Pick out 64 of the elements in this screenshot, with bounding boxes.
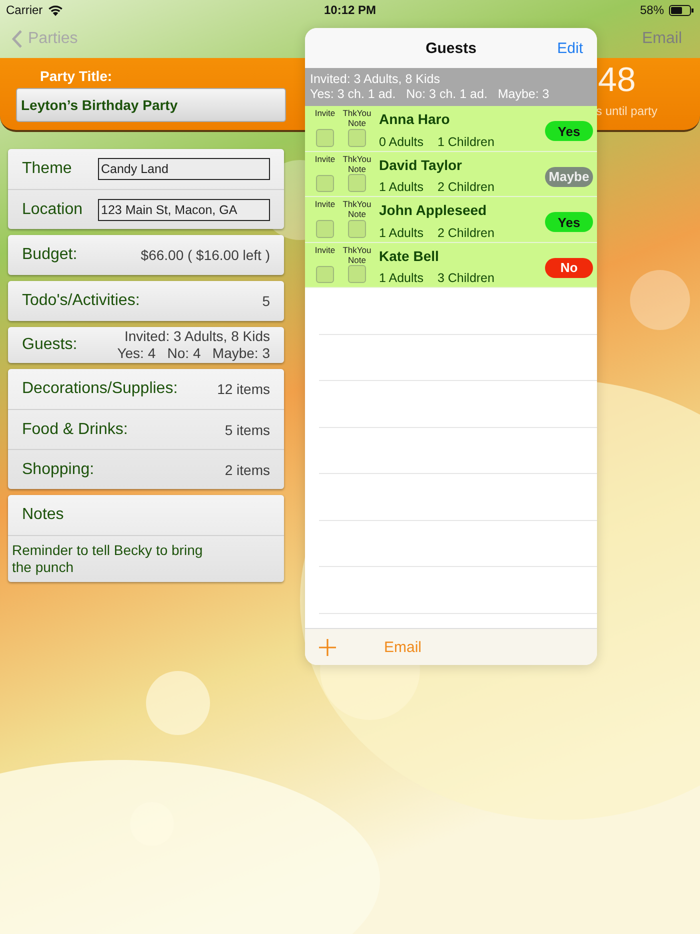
countdown-number: 48 [597, 60, 636, 100]
list-row[interactable]: Decorations/Supplies: 12 items [8, 369, 284, 409]
battery-percent: 58% [640, 3, 664, 17]
edit-button[interactable]: Edit [557, 40, 583, 56]
list-row[interactable]: Shopping: 2 items [8, 449, 284, 489]
thank-you-checkbox[interactable] [348, 265, 366, 283]
invite-label: Invite [314, 108, 336, 118]
children-count: 1 Children [437, 134, 494, 148]
popover-title: Guests [426, 40, 476, 56]
invite-checkbox[interactable] [316, 220, 334, 238]
guest-name: John Appleseed [379, 202, 488, 218]
response-badge[interactable]: No [545, 258, 593, 278]
summary-invited: Invited: 3 Adults, 8 Kids [310, 72, 441, 87]
todos-label: Todo's/Activities: [22, 292, 140, 310]
response-badge[interactable]: Yes [545, 212, 593, 232]
invite-checkbox[interactable] [316, 174, 334, 192]
detail-label: Location [22, 200, 82, 218]
budget-label: Budget: [22, 246, 78, 264]
thank-you-label: ThkYou Note [342, 154, 372, 174]
thank-you-label: ThkYou Note [342, 108, 372, 128]
detail-label: Theme [22, 160, 72, 178]
invite-label: Invite [314, 199, 336, 209]
guest-name: Kate Bell [379, 248, 440, 264]
notes-label: Notes [22, 506, 64, 524]
children-count: 2 Children [437, 226, 494, 240]
guests-card[interactable]: Guests: Invited: 3 Adults, 8 Kids Yes: 4 No: 4 Maybe: 3 [8, 327, 284, 363]
invite-checkbox[interactable] [316, 129, 334, 146]
children-count: 2 Children [437, 180, 494, 194]
guests-label: Guests: [22, 336, 78, 354]
detail-field[interactable]: Candy Land [98, 158, 270, 180]
add-icon[interactable] [319, 638, 336, 656]
notes-text: Reminder to tell Becky to bring the punch [11, 541, 204, 577]
thank-you-checkbox[interactable] [348, 174, 366, 192]
guest-name: Anna Haro [379, 111, 451, 127]
party-title-label: Party Title: [39, 68, 114, 84]
response-badge[interactable]: Yes [545, 121, 593, 142]
guest-name: David Taylor [379, 156, 463, 172]
adults-count: 1 Adults [379, 271, 424, 285]
todos-card[interactable]: Todo's/Activities: 5 [8, 281, 284, 321]
battery-icon [669, 4, 694, 16]
guests-invited: Invited: 3 Adults, 8 Kids [124, 328, 270, 345]
detail-field[interactable]: 123 Main St, Macon, GA [98, 198, 270, 220]
carrier-label: Carrier [6, 3, 43, 17]
invite-label: Invite [314, 244, 336, 254]
party-title-field[interactable]: Leyton’s Birthday Party [16, 88, 286, 122]
budget-card[interactable]: Budget: $66.00 ( $16.00 left ) [8, 235, 284, 275]
adults-count: 0 Adults [379, 134, 424, 148]
adults-count: 1 Adults [379, 226, 424, 240]
chevron-left-icon [12, 30, 22, 48]
todos-count: 5 [262, 293, 270, 309]
budget-value: $66.00 ( $16.00 left ) [140, 247, 270, 263]
thank-you-checkbox[interactable] [348, 220, 366, 238]
invite-checkbox[interactable] [316, 266, 334, 283]
adults-count: 1 Adults [379, 180, 424, 194]
guests-responses: Yes: 4 No: 4 Maybe: 3 [117, 345, 270, 362]
children-count: 3 Children [437, 271, 494, 285]
thank-you-checkbox[interactable] [348, 128, 366, 146]
summary-responses: Yes: 3 ch. 1 ad. No: 3 ch. 1 ad. Maybe: 3 [310, 87, 550, 102]
list-row[interactable]: Food & Drinks: 5 items [8, 409, 284, 449]
status-time: 10:12 PM [324, 3, 376, 17]
wifi-icon [48, 4, 63, 16]
thank-you-label: ThkYou Note [342, 244, 372, 264]
invite-label: Invite [314, 154, 336, 164]
thank-you-label: ThkYou Note [342, 199, 372, 219]
